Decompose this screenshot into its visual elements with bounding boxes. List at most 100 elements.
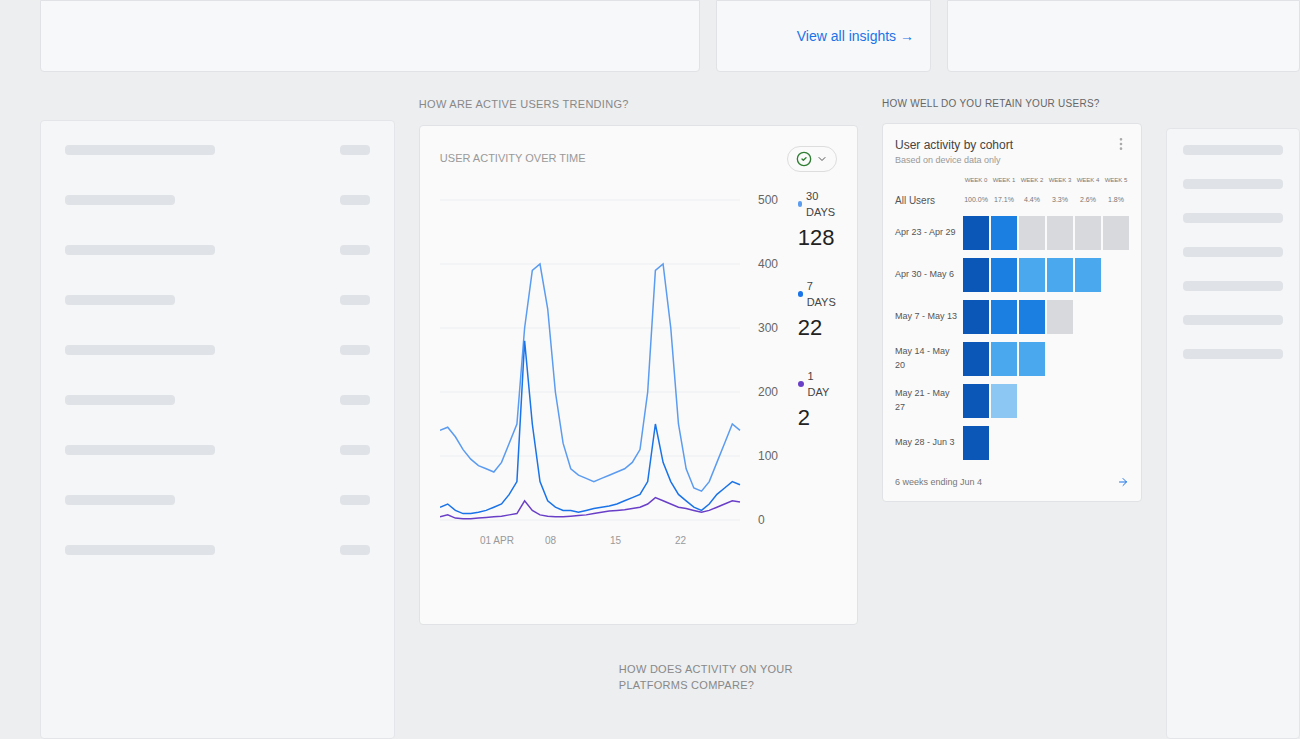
blurred-line	[1183, 315, 1283, 325]
cohort-cell[interactable]	[1047, 258, 1073, 292]
activity-chart: 500400300200100001 APR081522	[440, 180, 790, 560]
series-line	[440, 497, 740, 518]
cohort-cell[interactable]	[1019, 300, 1045, 334]
legend-dot	[798, 201, 802, 207]
column-label: WEEK 0	[963, 176, 989, 185]
blurred-line	[340, 195, 370, 205]
dashboard: View all insights → HOW ARE ACTIVE USERS …	[0, 0, 1300, 739]
column-label: WEEK 3	[1047, 176, 1073, 185]
legend-dot	[798, 291, 803, 297]
cohort-cell[interactable]	[963, 300, 989, 334]
cohort-cell[interactable]	[963, 258, 989, 292]
column-label: WEEK 5	[1103, 176, 1129, 185]
section-heading: HOW DOES ACTIVITY ON YOUR PLATFORMS COMP…	[419, 661, 858, 694]
cohort-card: User activity by cohortBased on device d…	[882, 123, 1142, 502]
cohort-label: May 7 - May 13	[895, 310, 961, 324]
legend-value: 128	[798, 221, 837, 254]
svg-text:200: 200	[758, 385, 778, 399]
cohort-header: User activity by cohortBased on device d…	[895, 136, 1129, 168]
blurred-line	[1183, 179, 1283, 189]
all-users-value: 100.0%	[963, 195, 989, 206]
blurred-line	[65, 345, 215, 355]
x-tick: 15	[610, 535, 622, 546]
arrow-icon[interactable]	[1117, 476, 1129, 488]
filter-button[interactable]	[787, 146, 837, 172]
blurred-line	[65, 395, 175, 405]
cohort-cell[interactable]	[991, 342, 1017, 376]
top-strip: View all insights →	[0, 0, 1300, 72]
retention-section: HOW WELL DO YOU RETAIN YOUR USERS?User a…	[882, 96, 1142, 739]
sidebar-card	[40, 120, 395, 739]
series-line	[440, 264, 740, 491]
insights-card: View all insights →	[716, 0, 931, 72]
sidebar-row	[65, 495, 370, 505]
cohort-cell[interactable]	[963, 426, 989, 460]
all-users-value: 1.8%	[1103, 195, 1129, 206]
svg-text:0: 0	[758, 513, 765, 527]
cohort-cell[interactable]	[1019, 342, 1045, 376]
content: HOW ARE ACTIVE USERS TRENDING?USER ACTIV…	[0, 72, 1300, 739]
blurred-line	[1183, 213, 1283, 223]
x-tick: 08	[545, 535, 557, 546]
partial-card	[1166, 128, 1300, 739]
cohort-cell[interactable]	[1103, 216, 1129, 250]
cohort-cell[interactable]	[991, 258, 1017, 292]
legend-dot	[798, 381, 804, 387]
sidebar-row	[65, 295, 370, 305]
y-tick: 400	[440, 257, 778, 271]
dropdown-icon	[816, 153, 828, 165]
svg-text:400: 400	[758, 257, 778, 271]
cohort-cell[interactable]	[1019, 258, 1045, 292]
cohort-cell[interactable]	[1019, 216, 1045, 250]
legend-value: 2	[798, 401, 837, 434]
chart-header: USER ACTIVITY OVER TIME	[440, 146, 837, 172]
cohort-cell[interactable]	[1047, 216, 1073, 250]
svg-text:500: 500	[758, 193, 778, 207]
legend-label: 30 DAYS	[798, 188, 837, 221]
cohort-cell[interactable]	[963, 384, 989, 418]
sidebar-row	[65, 195, 370, 205]
sidebar-row	[65, 395, 370, 405]
legend-value: 22	[798, 311, 837, 344]
cohort-cell[interactable]	[963, 342, 989, 376]
sidebar-row	[65, 445, 370, 455]
cohort-cell[interactable]	[1047, 300, 1073, 334]
legend-label: 1 DAY	[798, 368, 837, 401]
cohort-cell[interactable]	[1075, 258, 1101, 292]
all-users-value: 4.4%	[1019, 195, 1045, 206]
blurred-line	[340, 245, 370, 255]
view-insights-link[interactable]: View all insights →	[797, 26, 914, 47]
cohort-row: Apr 23 - Apr 29	[895, 216, 1129, 250]
blurred-line	[340, 345, 370, 355]
cohort-cell[interactable]	[963, 216, 989, 250]
x-tick: 22	[675, 535, 687, 546]
series-line	[440, 340, 740, 513]
column-label: WEEK 1	[991, 176, 1017, 185]
blurred-line	[340, 495, 370, 505]
cohort-row: May 14 - May 20	[895, 342, 1129, 376]
top-card	[947, 0, 1300, 72]
blurred-line	[65, 145, 215, 155]
all-users-row: All Users100.0%17.1%4.4%3.3%2.6%1.8%	[895, 193, 1129, 208]
cohort-cell[interactable]	[991, 300, 1017, 334]
blurred-line	[65, 195, 175, 205]
cohort-label: Apr 30 - May 6	[895, 268, 961, 282]
y-tick: 100	[440, 449, 778, 463]
blurred-line	[340, 445, 370, 455]
cohort-cell[interactable]	[991, 384, 1017, 418]
sidebar-row	[65, 145, 370, 155]
top-card	[40, 0, 700, 72]
cohort-row: May 7 - May 13	[895, 300, 1129, 334]
cohort-cell[interactable]	[991, 216, 1017, 250]
cohort-title: User activity by cohort	[895, 136, 1013, 154]
legend: 30 DAYS128 7 DAYS22 1 DAY2	[798, 180, 837, 560]
cohort-cell[interactable]	[1075, 216, 1101, 250]
blurred-line	[1183, 349, 1283, 359]
sidebar-row	[65, 345, 370, 355]
more-icon[interactable]	[1113, 136, 1129, 152]
blurred-line	[65, 295, 175, 305]
legend-label: 7 DAYS	[798, 278, 837, 311]
blurred-line	[65, 495, 175, 505]
blurred-line	[65, 445, 215, 455]
svg-text:300: 300	[758, 321, 778, 335]
